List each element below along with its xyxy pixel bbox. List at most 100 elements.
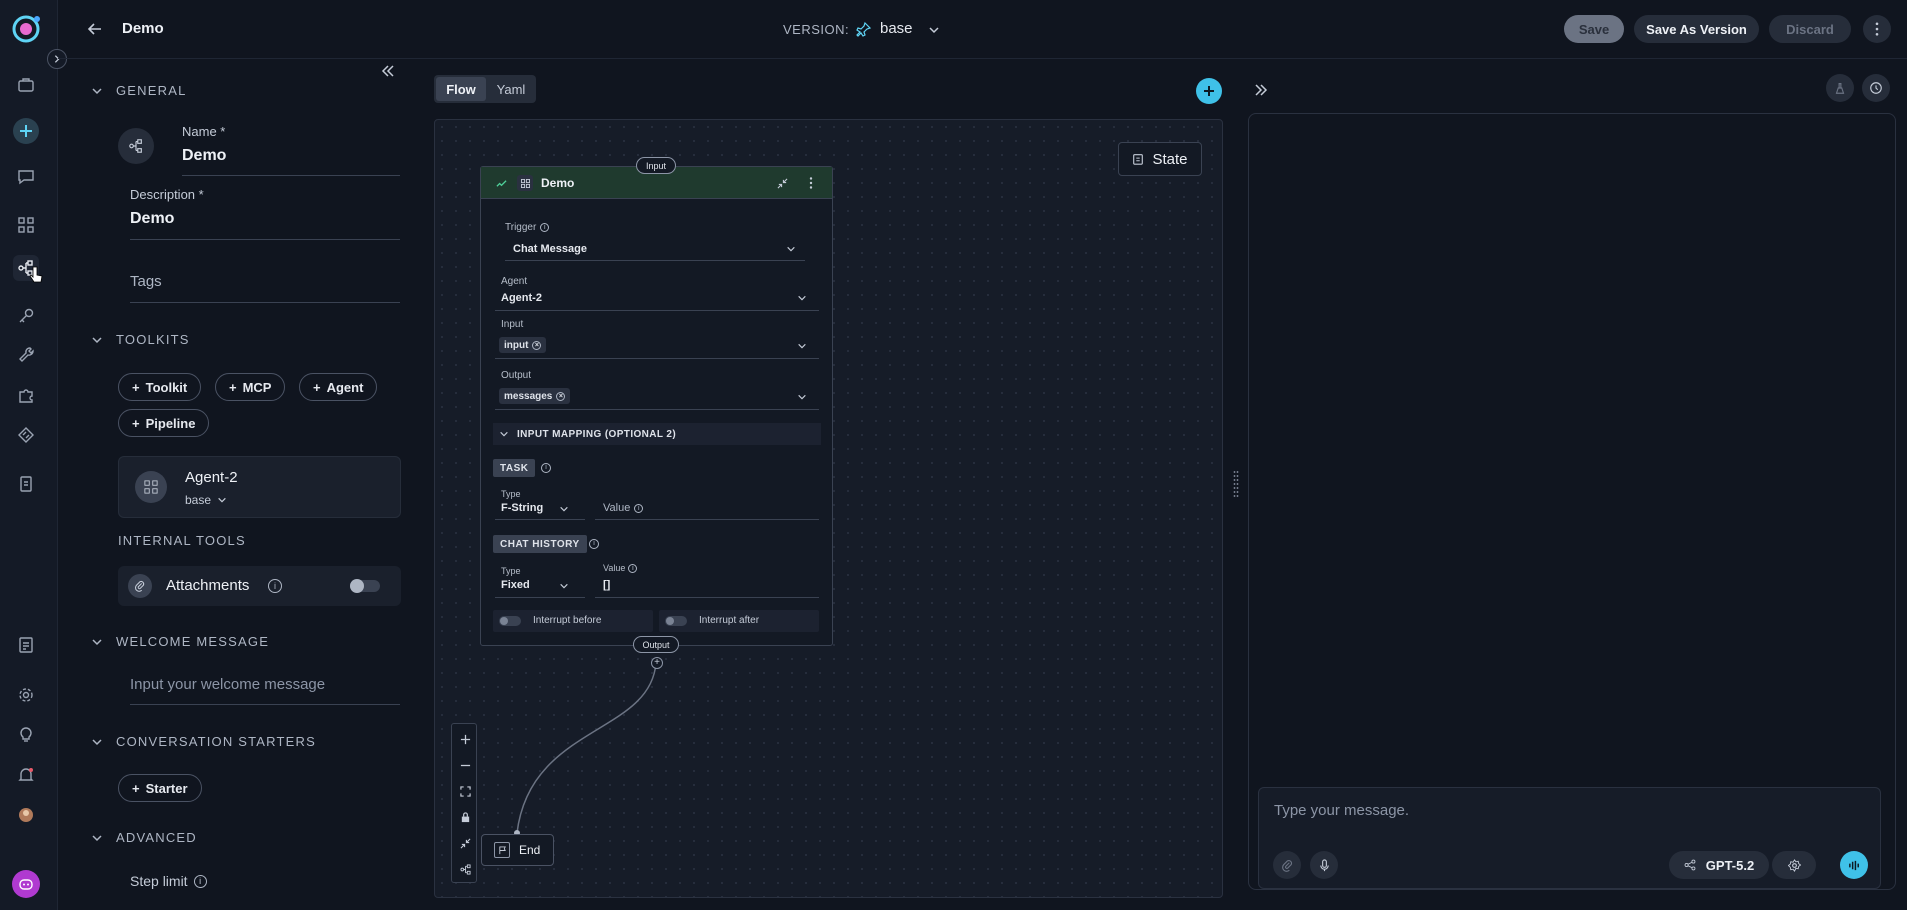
add-node-button[interactable] bbox=[1196, 78, 1222, 104]
add-connection-icon[interactable]: + bbox=[651, 657, 663, 669]
auto-layout-icon[interactable] bbox=[452, 856, 478, 882]
more-menu-icon[interactable] bbox=[1863, 15, 1891, 43]
toolkits-section-header[interactable]: TOOLKITS bbox=[90, 332, 190, 347]
agent-card-version[interactable]: base bbox=[185, 493, 227, 507]
expand-chat-panel-icon[interactable] bbox=[1253, 82, 1269, 98]
input-port[interactable]: Input bbox=[636, 157, 676, 174]
microphone-icon[interactable] bbox=[1310, 851, 1338, 879]
share-nodes-icon bbox=[1684, 859, 1696, 871]
agent-card[interactable]: Agent-2 base bbox=[118, 456, 401, 518]
add-starter-button[interactable]: + Starter bbox=[118, 774, 202, 802]
info-icon[interactable]: i bbox=[589, 539, 599, 549]
collapse-panel-icon[interactable] bbox=[380, 63, 396, 79]
lightbulb-icon[interactable] bbox=[15, 724, 37, 746]
chevron-down-icon[interactable] bbox=[797, 392, 807, 402]
attach-file-icon[interactable] bbox=[1273, 851, 1301, 879]
clear-chat-icon[interactable] bbox=[1826, 74, 1854, 102]
voice-send-icon[interactable] bbox=[1840, 851, 1868, 879]
interrupt-before-toggle[interactable] bbox=[499, 616, 521, 626]
agents-grid-icon[interactable] bbox=[15, 214, 37, 236]
advanced-section-header[interactable]: ADVANCED bbox=[90, 830, 197, 845]
tab-flow[interactable]: Flow bbox=[436, 77, 486, 101]
collapse-all-icon[interactable] bbox=[452, 830, 478, 856]
starters-section-header[interactable]: CONVERSATION STARTERS bbox=[90, 734, 316, 749]
version-value[interactable]: base bbox=[880, 20, 913, 37]
output-port[interactable]: Output bbox=[633, 636, 679, 653]
description-field[interactable]: Demo bbox=[130, 210, 174, 228]
app-logo-icon[interactable] bbox=[11, 14, 41, 44]
chevron-down-icon[interactable] bbox=[797, 293, 807, 303]
collapse-node-icon[interactable] bbox=[777, 178, 788, 189]
tab-yaml[interactable]: Yaml bbox=[488, 77, 534, 101]
remove-chip-icon[interactable]: × bbox=[532, 340, 542, 350]
info-icon[interactable]: i bbox=[628, 563, 638, 573]
zoom-in-icon[interactable] bbox=[452, 726, 478, 752]
history-icon[interactable] bbox=[1862, 74, 1890, 102]
add-pipeline-button[interactable]: + Pipeline bbox=[118, 409, 210, 437]
paperclip-icon bbox=[128, 574, 152, 598]
chevron-down-icon[interactable] bbox=[786, 244, 796, 254]
puzzle-icon[interactable] bbox=[15, 384, 37, 406]
settings-icon[interactable] bbox=[15, 684, 37, 706]
add-mcp-button[interactable]: + MCP bbox=[215, 373, 286, 401]
history-type-select[interactable]: Fixed bbox=[501, 579, 530, 591]
info-icon[interactable]: i bbox=[634, 503, 644, 513]
chat-message-input[interactable]: Type your message. bbox=[1274, 802, 1409, 819]
documents-icon[interactable] bbox=[15, 473, 37, 495]
welcome-section-header[interactable]: WELCOME MESSAGE bbox=[90, 634, 269, 649]
assistant-bot-icon[interactable] bbox=[12, 870, 40, 898]
chevron-down-icon[interactable] bbox=[559, 504, 569, 514]
back-arrow-icon[interactable] bbox=[86, 20, 104, 38]
add-agent-button[interactable]: + Agent bbox=[299, 373, 378, 401]
model-selector[interactable]: GPT-5.2 bbox=[1669, 851, 1769, 879]
state-button[interactable]: State bbox=[1118, 142, 1202, 176]
input-mapping-header[interactable]: INPUT MAPPING (OPTIONAL 2) bbox=[493, 423, 821, 445]
general-section-header[interactable]: GENERAL bbox=[90, 83, 187, 98]
discard-button[interactable]: Discard bbox=[1769, 15, 1851, 43]
version-chevron-down-icon[interactable] bbox=[927, 23, 941, 37]
create-new-icon[interactable] bbox=[13, 118, 39, 144]
internal-tools-label: INTERNAL TOOLS bbox=[118, 533, 246, 548]
model-settings-icon[interactable] bbox=[1772, 851, 1816, 879]
task-type-select[interactable]: F-String bbox=[501, 502, 543, 514]
attachments-row: Attachments i bbox=[118, 566, 401, 606]
chat-icon[interactable] bbox=[15, 166, 37, 188]
save-button[interactable]: Save bbox=[1564, 15, 1624, 43]
save-as-version-button[interactable]: Save As Version bbox=[1634, 15, 1759, 43]
tags-input[interactable]: Tags bbox=[130, 273, 162, 290]
info-icon[interactable]: i bbox=[193, 874, 207, 888]
interrupt-after-toggle[interactable] bbox=[665, 616, 687, 626]
attachments-toggle[interactable] bbox=[350, 579, 380, 593]
info-icon[interactable]: i bbox=[540, 223, 550, 232]
wrench-icon[interactable] bbox=[15, 344, 37, 366]
history-value-input[interactable]: [] bbox=[603, 579, 610, 591]
zoom-out-icon[interactable] bbox=[452, 752, 478, 778]
node-menu-icon[interactable] bbox=[809, 177, 813, 189]
lock-icon[interactable] bbox=[452, 804, 478, 830]
add-toolkit-button[interactable]: + Toolkit bbox=[118, 373, 202, 401]
agent-select[interactable]: Agent-2 bbox=[501, 292, 542, 304]
history-type-label: Type bbox=[501, 566, 521, 576]
fit-view-icon[interactable] bbox=[452, 778, 478, 804]
info-icon[interactable]: i bbox=[541, 463, 551, 473]
trigger-select[interactable]: Chat Message bbox=[513, 243, 587, 255]
key-icon[interactable] bbox=[15, 305, 37, 327]
user-avatar-icon[interactable] bbox=[15, 804, 37, 826]
ticket-icon[interactable] bbox=[15, 424, 37, 446]
pipeline-avatar[interactable] bbox=[118, 128, 154, 164]
notifications-icon[interactable] bbox=[15, 764, 37, 786]
input-chip[interactable]: input × bbox=[499, 337, 547, 353]
remove-chip-icon[interactable]: × bbox=[556, 391, 566, 401]
chevron-down-icon[interactable] bbox=[797, 341, 807, 351]
notes-icon[interactable] bbox=[15, 634, 37, 656]
info-icon[interactable]: i bbox=[268, 579, 282, 593]
welcome-message-input[interactable]: Input your welcome message bbox=[130, 676, 325, 693]
resize-handle[interactable] bbox=[1233, 470, 1239, 500]
output-chip[interactable]: messages × bbox=[499, 388, 571, 404]
briefcase-icon[interactable] bbox=[15, 74, 37, 96]
agent-node[interactable]: Demo Trigger i Chat Message Agent Agent-… bbox=[480, 166, 833, 646]
task-value-input[interactable]: Value i bbox=[603, 502, 644, 514]
name-field[interactable]: Demo bbox=[182, 147, 226, 165]
end-node[interactable]: End bbox=[481, 834, 554, 866]
chevron-down-icon[interactable] bbox=[559, 581, 569, 591]
